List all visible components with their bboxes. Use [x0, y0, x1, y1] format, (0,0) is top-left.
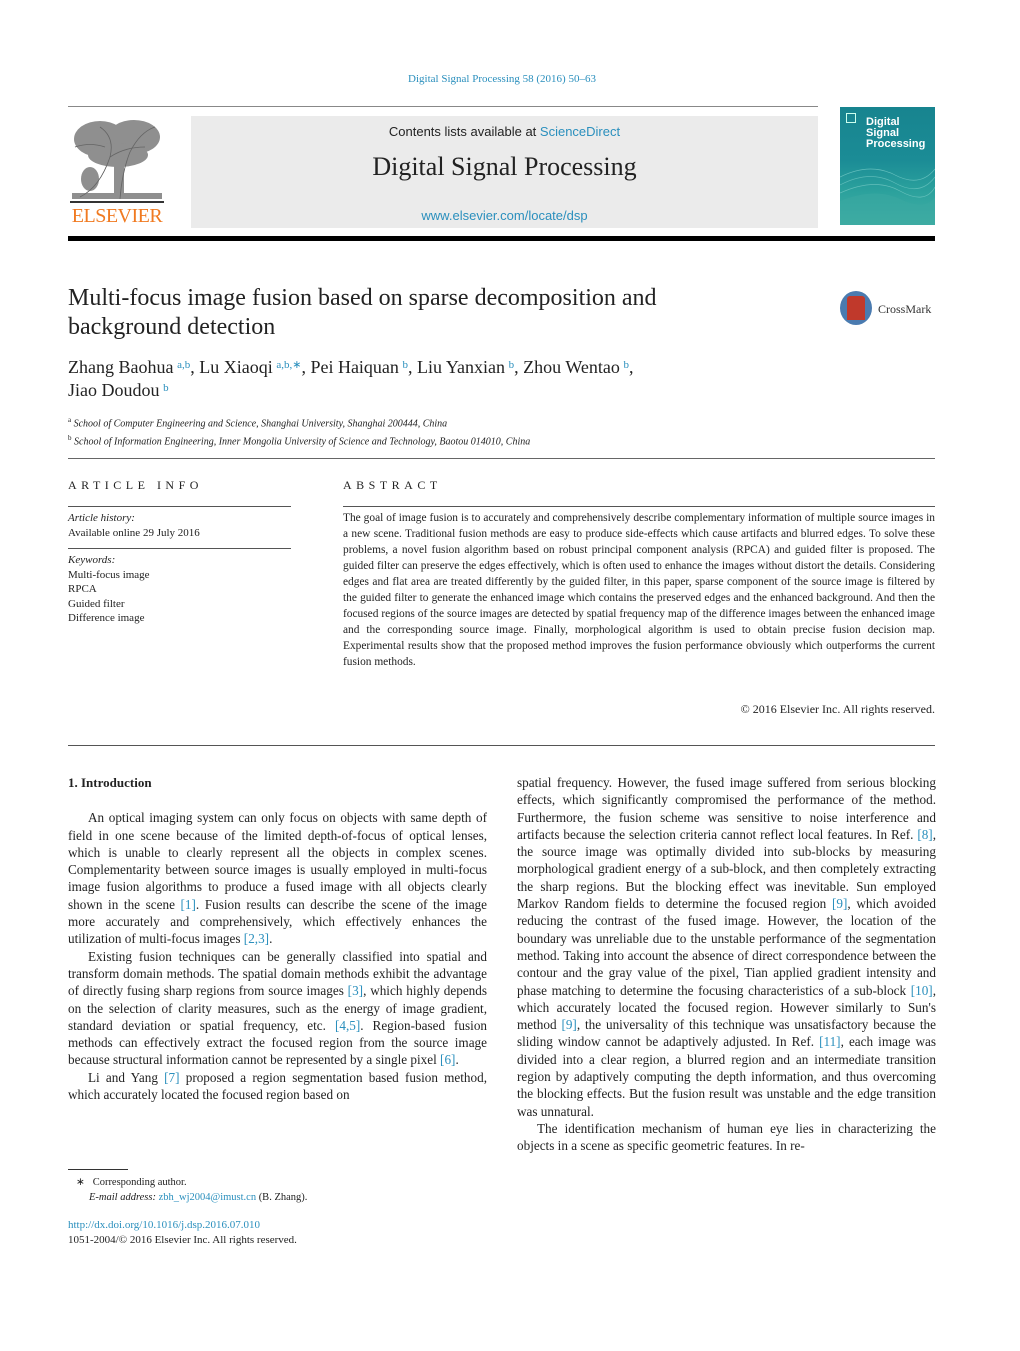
divider	[68, 458, 935, 459]
history-value: Available online 29 July 2016	[68, 526, 200, 539]
journal-cover-image[interactable]: Digital Signal Processing	[840, 107, 935, 225]
paragraph: Li and Yang [7] proposed a region segmen…	[68, 1069, 487, 1103]
keyword[interactable]: Multi-focus image	[68, 568, 150, 583]
author[interactable]: Lu Xiaoqi a,b,∗	[199, 357, 301, 377]
paragraph: spatial frequency. However, the fused im…	[517, 775, 936, 1119]
article-info-heading: ARTICLE INFO	[68, 478, 203, 492]
citation-link[interactable]: [6]	[440, 1052, 455, 1067]
keyword[interactable]: RPCA	[68, 582, 150, 597]
body-column-left: 1. Introduction An optical imaging syste…	[68, 774, 487, 1103]
body-column-right: spatial frequency. However, the fused im…	[517, 774, 936, 1155]
elsevier-wordmark: ELSEVIER	[71, 205, 163, 227]
keywords-label: Keywords:	[68, 554, 116, 566]
citation-link[interactable]: [8]	[917, 827, 932, 842]
elsevier-logo[interactable]: ELSEVIER	[68, 115, 166, 228]
author-list: Zhang Baohua a,b, Lu Xiaoqi a,b,∗, Pei H…	[68, 357, 634, 400]
citation-link[interactable]: [7]	[164, 1070, 179, 1085]
left-paragraphs: An optical imaging system can only focus…	[68, 809, 487, 1103]
journal-citation-link[interactable]: Digital Signal Processing 58 (2016) 50–6…	[0, 73, 1004, 85]
citation-link[interactable]: [10]	[911, 983, 933, 998]
email-link[interactable]: zbh_wj2004@imust.cn	[159, 1192, 256, 1203]
citation-link[interactable]: [3]	[348, 983, 363, 998]
article-title: Multi-focus image fusion based on sparse…	[68, 285, 657, 340]
author[interactable]: Zhang Baohua a,b	[68, 357, 190, 377]
affiliation: b School of Information Engineering, Inn…	[68, 434, 531, 448]
keyword[interactable]: Difference image	[68, 611, 150, 626]
elsevier-tree-icon	[70, 120, 164, 203]
citation-link[interactable]: [9]	[832, 896, 847, 911]
divider	[343, 506, 935, 507]
footnote-mark: ∗	[76, 1177, 85, 1188]
author[interactable]: Pei Haiquan b	[310, 357, 408, 377]
citation-link[interactable]: [1]	[181, 897, 196, 912]
cover-wave-graphic	[840, 168, 935, 225]
paragraph: The identification mechanism of human ey…	[517, 1120, 936, 1154]
paragraph: Existing fusion techniques can be genera…	[68, 948, 488, 1068]
header-thick-divider	[68, 236, 935, 241]
article-history: Article history: Available online 29 Jul…	[68, 511, 200, 540]
sciencedirect-link[interactable]: ScienceDirect	[540, 124, 620, 139]
section-heading: 1. Introduction	[68, 775, 152, 790]
citation-link[interactable]: [11]	[819, 1034, 840, 1049]
keywords: Keywords: Multi-focus image RPCA Guided …	[68, 553, 150, 626]
affiliations: a School of Computer Engineering and Sci…	[68, 413, 868, 450]
doi-block: http://dx.doi.org/10.1016/j.dsp.2016.07.…	[68, 1218, 297, 1248]
crossmark-icon	[840, 291, 872, 325]
author[interactable]: Liu Yanxian b	[417, 357, 514, 377]
email-label: E-mail address:	[89, 1192, 156, 1203]
cover-publisher-icon	[846, 113, 856, 123]
issn-copyright: 1051-2004/© 2016 Elsevier Inc. All right…	[68, 1234, 297, 1246]
abstract-copyright: © 2016 Elsevier Inc. All rights reserved…	[740, 702, 935, 716]
abstract-heading: ABSTRACT	[343, 478, 442, 492]
footnote: ∗ Corresponding author. E-mail address: …	[76, 1175, 307, 1205]
footnote-divider	[68, 1169, 128, 1170]
citation-link[interactable]: [2,3]	[244, 931, 269, 946]
right-paragraphs: spatial frequency. However, the fused im…	[517, 774, 936, 1155]
author[interactable]: Jiao Doudou b	[68, 380, 169, 400]
header-divider	[68, 106, 818, 107]
contents-prefix: Contents lists available at	[388, 124, 540, 139]
divider	[68, 745, 935, 746]
journal-name: Digital Signal Processing	[372, 152, 637, 181]
divider	[68, 506, 291, 507]
doi-link[interactable]: http://dx.doi.org/10.1016/j.dsp.2016.07.…	[68, 1218, 297, 1233]
contents-line: Contents lists available at ScienceDirec…	[191, 124, 818, 139]
cover-title: Digital Signal Processing	[866, 116, 926, 150]
affiliation: a School of Computer Engineering and Sci…	[68, 416, 448, 430]
abstract-text: The goal of image fusion is to accuratel…	[343, 512, 935, 668]
crossmark-label: CrossMark	[878, 302, 932, 316]
citation-link[interactable]: [9]	[561, 1017, 576, 1032]
email-suffix: (B. Zhang).	[256, 1192, 308, 1203]
corresponding-author-note: Corresponding author.	[92, 1177, 187, 1188]
crossmark-button[interactable]: CrossMark	[838, 291, 948, 329]
keyword[interactable]: Guided filter	[68, 597, 150, 612]
author[interactable]: Zhou Wentao b	[523, 357, 629, 377]
journal-url-link[interactable]: www.elsevier.com/locate/dsp	[191, 208, 818, 223]
paragraph: An optical imaging system can only focus…	[68, 810, 487, 947]
divider	[68, 548, 291, 549]
history-label: Article history:	[68, 512, 135, 524]
citation-link[interactable]: [4,5]	[335, 1018, 360, 1033]
journal-banner: Contents lists available at ScienceDirec…	[191, 116, 818, 228]
